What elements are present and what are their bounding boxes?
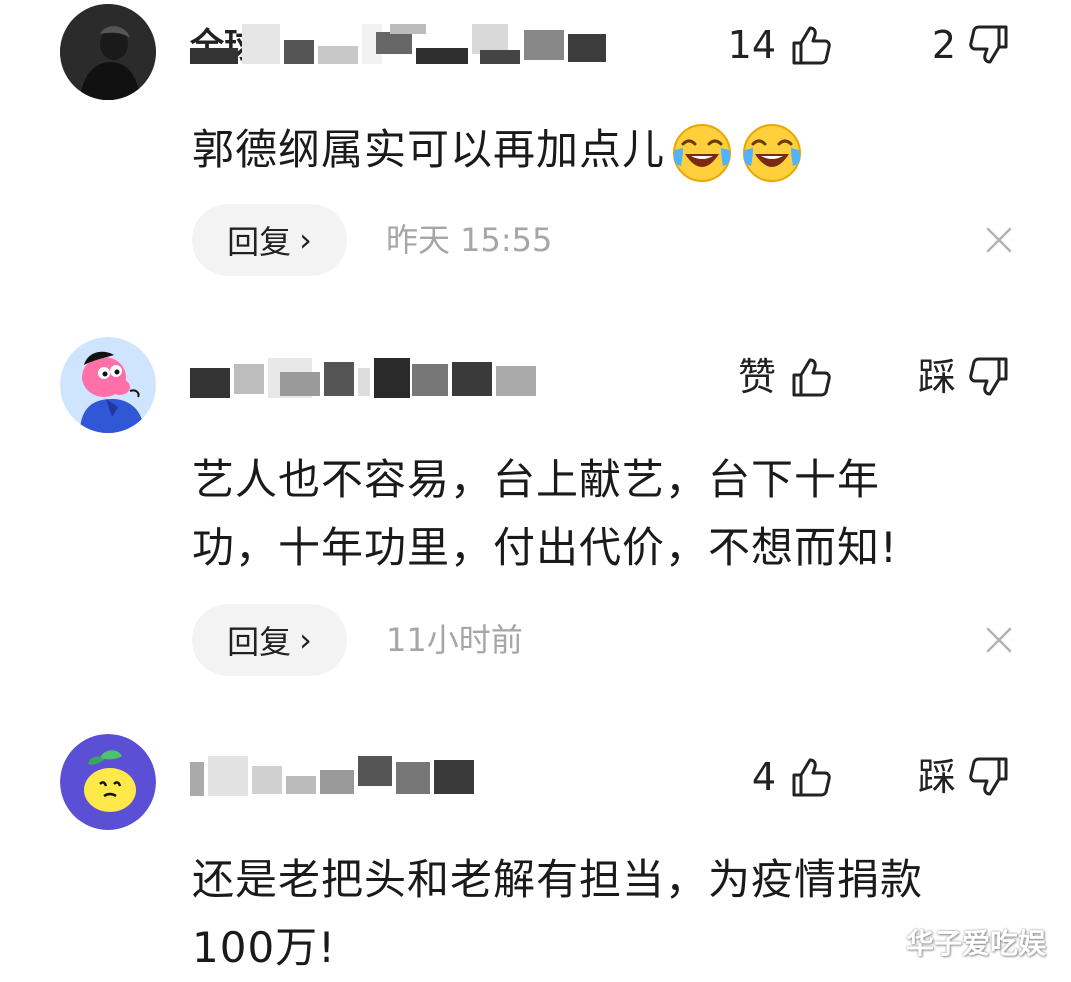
timestamp: 11小时前 (386, 621, 523, 659)
username-blur-mosaic (190, 358, 540, 402)
like-button[interactable]: 14 (700, 20, 832, 70)
comment-text: 还是老把头和老解有担当，为疫情捐款 100万! (192, 846, 992, 982)
reply-button[interactable]: 回复 › (192, 204, 347, 276)
comment-text: 艺人也不容易，台上献艺，台下十年 功，十年功里，付出代价，不想而知! (192, 446, 992, 582)
reply-label: 回复 (227, 623, 292, 661)
username[interactable]: 全球 (190, 24, 610, 68)
comment-text-line-text: 郭德纲属实可以再加点儿 (192, 125, 666, 174)
thumbs-down-icon (968, 23, 1012, 67)
avatar[interactable] (60, 4, 156, 100)
face-with-tears-of-joy-icon (739, 120, 805, 186)
face-with-tears-of-joy-icon (669, 120, 735, 186)
comment-text: 郭德纲属实可以再加点儿 (192, 116, 992, 186)
thumbs-down-icon (968, 755, 1012, 799)
username[interactable] (190, 358, 610, 402)
dislike-button[interactable]: 2 (900, 20, 1012, 70)
dislike-count: 2 (931, 23, 956, 67)
comment-text-line: 100万! (192, 923, 337, 972)
timestamp: 昨天 15:55 (386, 221, 553, 259)
like-count: 14 (727, 23, 776, 67)
dislike-count: 踩 (917, 755, 956, 799)
thumbs-up-icon (788, 23, 832, 67)
comment-text-line: 还是老把头和老解有担当，为疫情捐款 (192, 855, 924, 904)
like-count: 4 (751, 755, 776, 799)
username-blur-mosaic (190, 756, 490, 800)
comment-text-line: 郭德纲属实可以再加点儿 (192, 116, 992, 186)
close-icon[interactable] (985, 226, 1013, 254)
reply-label: 回复 (227, 223, 292, 261)
chevron-right-icon: › (299, 221, 312, 259)
avatar[interactable] (60, 734, 156, 830)
close-icon[interactable] (985, 626, 1013, 654)
like-button[interactable]: 4 (700, 752, 832, 802)
dislike-button[interactable]: 踩 (880, 352, 1012, 402)
like-count: 赞 (737, 355, 776, 399)
dislike-count: 踩 (917, 355, 956, 399)
username[interactable] (190, 756, 610, 800)
comment-text-line: 艺人也不容易，台上献艺，台下十年 (192, 455, 881, 504)
thumbs-up-icon (788, 755, 832, 799)
comment-text-line: 功，十年功里，付出代价，不想而知! (192, 523, 898, 572)
reply-button[interactable]: 回复 › (192, 604, 347, 676)
watermark: 华子爱吃娱 (906, 927, 1047, 960)
username-blur-mosaic (190, 24, 610, 68)
avatar[interactable] (60, 337, 156, 433)
like-button[interactable]: 赞 (700, 352, 832, 402)
thumbs-down-icon (968, 355, 1012, 399)
chevron-right-icon: › (299, 621, 312, 659)
dislike-button[interactable]: 踩 (880, 752, 1012, 802)
thumbs-up-icon (788, 355, 832, 399)
